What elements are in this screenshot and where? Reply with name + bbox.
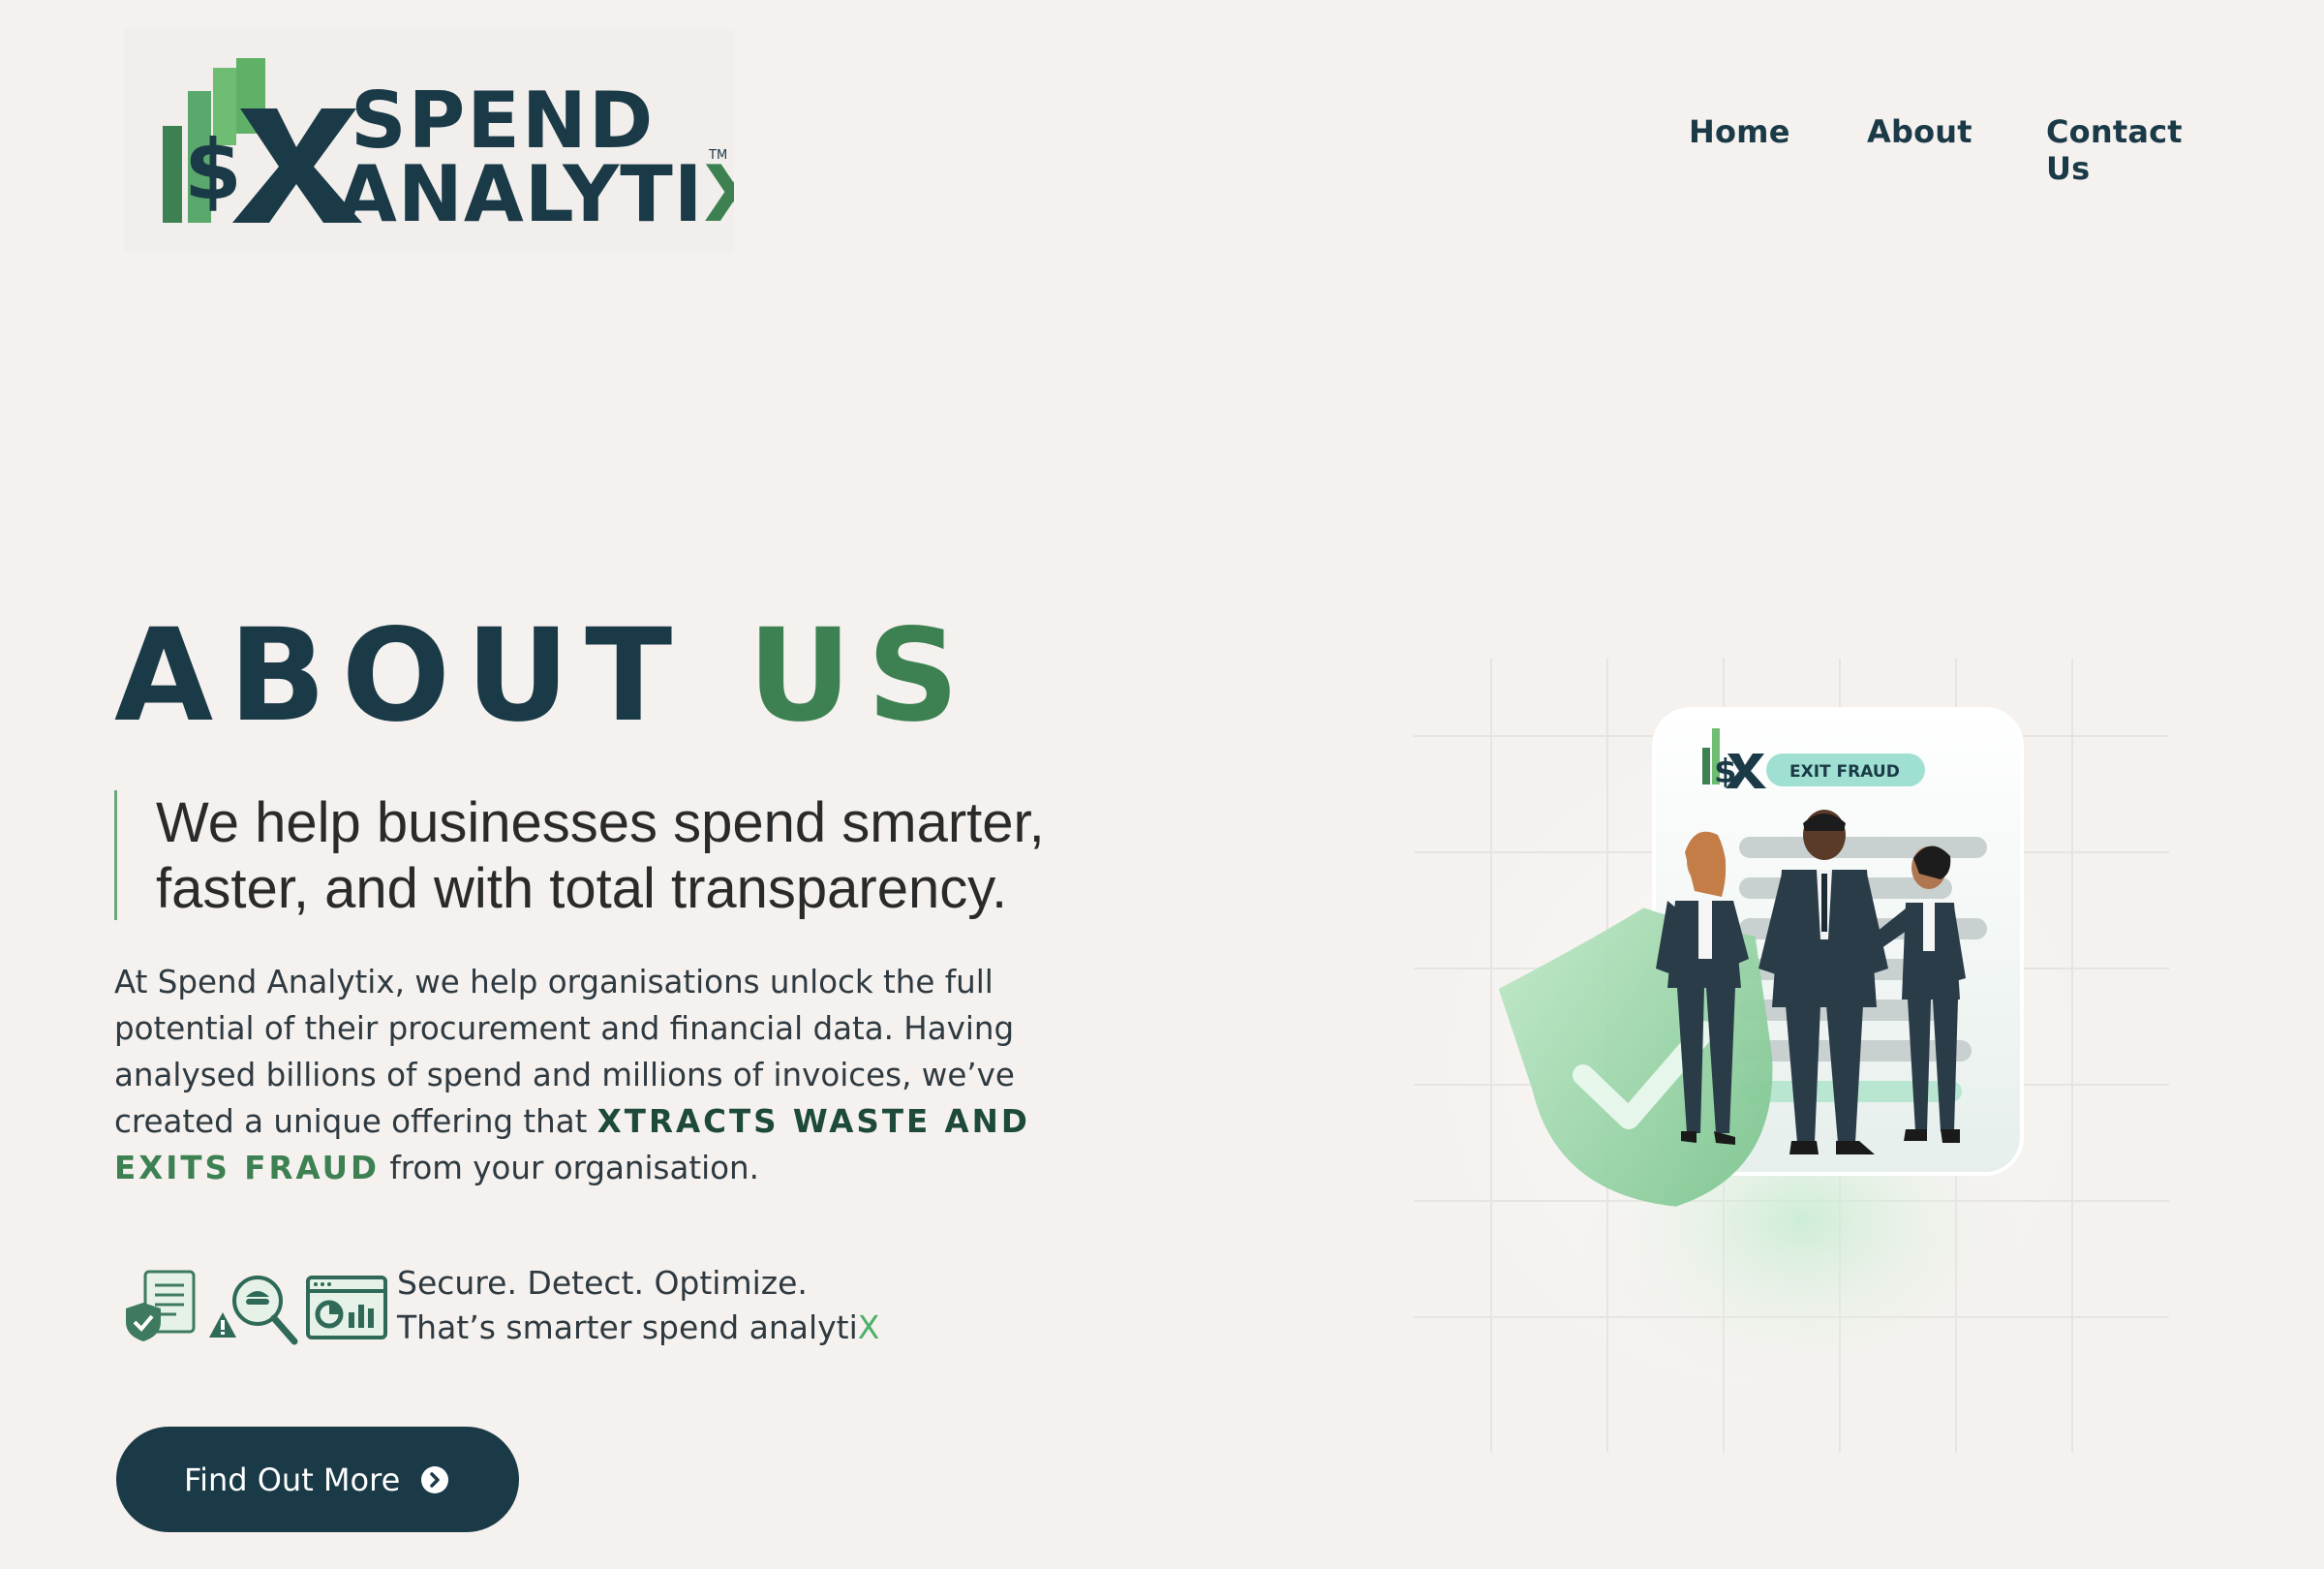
svg-text:$: $ (184, 122, 242, 219)
about-paragraph-outro: from your organisation. (380, 1150, 759, 1186)
motto: Secure. Detect. Optimize. That’s smarter… (397, 1261, 978, 1350)
about-paragraph: At Spend Analytix, we help organisations… (114, 959, 1141, 1191)
tagline-line-1: We help businesses spend smarter, (156, 791, 1045, 854)
page: $ SPEND ANALYTIX TM Home About Contact U… (0, 0, 2324, 1569)
svg-text:TM: TM (708, 148, 727, 163)
svg-text:ANALYTIX: ANALYTIX (337, 149, 734, 239)
find-out-more-button[interactable]: Find Out More (116, 1427, 519, 1532)
main-nav: Home About Contact Us (1646, 113, 2227, 187)
dashboard-icon (306, 1276, 387, 1339)
logo-mark: $ SPEND ANALYTIX TM (163, 58, 734, 239)
motto-line-2: That’s smarter spend analytiX (397, 1306, 978, 1350)
exit-fraud-label: EXIT FRAUD (1789, 762, 1900, 782)
tagline-line-2: faster, and with total transparency. (156, 857, 1008, 920)
hero-illustration: $ EXIT FRAUD (1356, 620, 2188, 1482)
tagline: We help businesses spend smarter, faster… (114, 790, 1141, 920)
page-title: ABOUT US (114, 599, 974, 754)
shield-document-icon (126, 1270, 196, 1341)
chevron-right-circle-icon[interactable] (420, 1465, 449, 1494)
page-title-word-1: ABOUT (114, 601, 688, 751)
nav-home[interactable]: Home (1689, 113, 1790, 150)
feature-icons (122, 1264, 393, 1351)
highlight-exits-fraud: EXITS FRAUD (114, 1150, 380, 1186)
highlight-xtracts-waste: XTRACTS WASTE AND (596, 1103, 1030, 1140)
fraud-detection-icon (209, 1276, 298, 1345)
motto-line-2-x: X (857, 1308, 880, 1346)
page-title-word-2: US (748, 601, 975, 751)
nav-contact-us[interactable]: Contact Us (2046, 113, 2227, 187)
motto-line-1: Secure. Detect. Optimize. (397, 1264, 808, 1302)
exit-fraud-badge: EXIT FRAUD (1766, 754, 1925, 786)
nav-about[interactable]: About (1867, 113, 1972, 150)
find-out-more-label: Find Out More (184, 1461, 401, 1498)
motto-line-2-text: That’s smarter spend analyti (397, 1308, 858, 1346)
brand-logo[interactable]: $ SPEND ANALYTIX TM (124, 29, 734, 252)
